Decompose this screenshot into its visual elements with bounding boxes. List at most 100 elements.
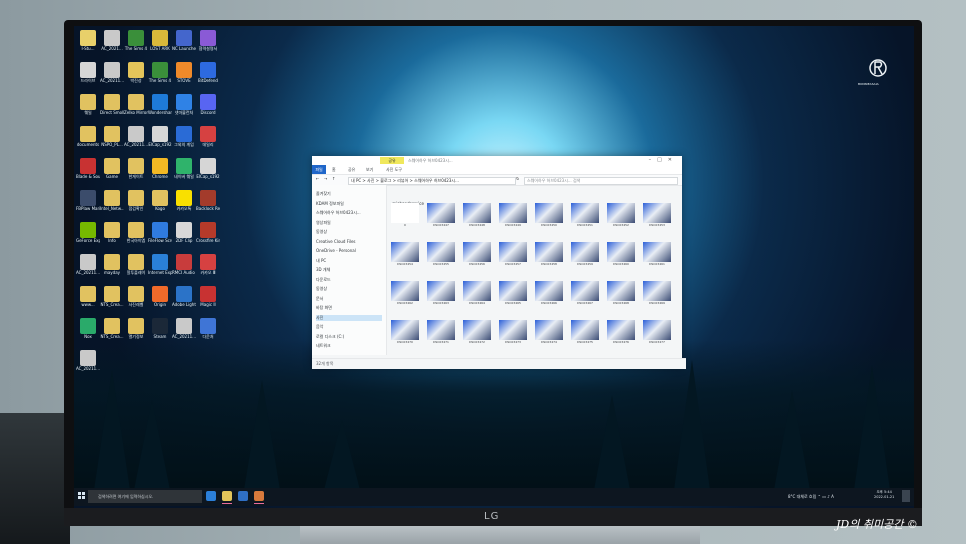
desktop-icon[interactable]: AC_2021...	[100, 30, 124, 51]
desktop-icon[interactable]: AC_20211...	[100, 62, 124, 83]
desktop-icon[interactable]: LOST ARK	[148, 30, 172, 51]
close-icon[interactable]: ✕	[668, 157, 678, 163]
desktop-icon[interactable]: Internet Explorer	[148, 254, 172, 275]
desktop-icon[interactable]: 카카오 Ⅲ	[196, 254, 220, 275]
nav-item[interactable]: 네트워크	[316, 343, 331, 349]
desktop-icon[interactable]: GeForce Experience	[76, 222, 100, 243]
desktop-icon[interactable]: The Sims 4	[124, 30, 148, 51]
file-thumbnail[interactable]: DSC03447	[426, 203, 456, 228]
nav-item[interactable]: 다운로드	[316, 277, 331, 283]
taskbar-clock[interactable]: 오후 5:44 2022-01-21	[874, 490, 894, 500]
file-thumbnail[interactable]: DSC03470	[390, 320, 420, 345]
desktop-icon[interactable]: Crossfire Kings 3	[196, 222, 220, 243]
nav-item[interactable]: 내 PC	[316, 258, 326, 264]
desktop-icon[interactable]: STOVE	[172, 62, 196, 83]
back-icon[interactable]: ←	[316, 176, 319, 181]
desktop-icon[interactable]: 협력설명서	[196, 30, 220, 51]
desktop-icon[interactable]: Zelko Mirror...	[124, 94, 148, 115]
file-thumbnail[interactable]: DSC03475	[570, 320, 600, 345]
nav-item[interactable]: 음악	[316, 324, 323, 330]
file-thumbnail[interactable]: DSC03466	[534, 281, 564, 306]
network-icon[interactable]: ▭	[822, 494, 826, 499]
desktop-icon[interactable]: BitDefend	[196, 62, 220, 83]
desktop-icon[interactable]: Origin	[148, 286, 172, 307]
desktop-icon[interactable]: Discord	[196, 94, 220, 115]
desktop-icon[interactable]: AC_20211...	[172, 318, 196, 339]
desktop-icon[interactable]: FileFlow Screen...	[148, 222, 172, 243]
desktop-icon[interactable]: FBPlaw Marianna	[76, 190, 100, 211]
file-thumbnail[interactable]: DSC03451	[570, 203, 600, 228]
refresh-icon[interactable]: ↻	[516, 176, 519, 181]
desktop-icon[interactable]: ElCap_s192	[196, 158, 220, 179]
desktop-icon[interactable]: Backlock Remastered	[196, 190, 220, 211]
nav-item[interactable]: 로컬 디스크 (C:)	[316, 334, 344, 340]
nav-item[interactable]: 동영상	[316, 286, 327, 292]
edge-icon[interactable]	[206, 491, 216, 501]
file-explorer-icon[interactable]	[222, 491, 232, 501]
file-thumbnail[interactable]: DSC03462	[390, 281, 420, 306]
file-thumbnail[interactable]: DSC03464	[462, 281, 492, 306]
file-thumbnail[interactable]: DSC03477	[642, 320, 672, 345]
notification-icon[interactable]	[902, 490, 910, 502]
desktop-icon[interactable]: Wondershare Filmora X	[148, 94, 172, 115]
weather-text[interactable]: 8°C 대체로 흐림	[788, 494, 816, 499]
nav-item[interactable]: 바탕 화면	[316, 305, 332, 311]
desktop-icon[interactable]: 알투플레이	[124, 254, 148, 275]
store-icon[interactable]	[238, 491, 248, 501]
ribbon-tab-share[interactable]: 공유	[348, 165, 355, 174]
desktop-icon[interactable]: 한국아이엠	[124, 222, 148, 243]
file-thumbnail[interactable]: 0	[390, 203, 420, 228]
desktop-icon[interactable]: Game	[100, 158, 124, 179]
desktop-icon[interactable]: NTS_Crea...	[100, 318, 124, 339]
desktop-icon[interactable]: 사진레벨	[124, 286, 148, 307]
desktop-icon[interactable]: Adobe Lightroo...	[172, 286, 196, 307]
windows-start-icon[interactable]	[78, 492, 86, 500]
photos-icon[interactable]	[254, 491, 264, 501]
ribbon-tab-file[interactable]: 파일	[312, 165, 326, 174]
desktop-icon[interactable]: 넷마블런처	[172, 94, 196, 115]
nav-item[interactable]: 동영상	[316, 229, 327, 235]
desktop-icon[interactable]: The Sims 4	[148, 62, 172, 83]
desktop-icon[interactable]: 그외의 게임	[172, 126, 196, 147]
desktop-icon[interactable]: Nox	[76, 318, 100, 339]
desktop-icon[interactable]: AC_20211...	[76, 254, 100, 275]
file-thumbnail[interactable]: DSC03474	[534, 320, 564, 345]
file-thumbnail[interactable]: DSC03448	[462, 203, 492, 228]
desktop-icon[interactable]: NTS_Crea...	[100, 286, 124, 307]
desktop-icon[interactable]: 점검확인	[124, 190, 148, 211]
nav-item[interactable]: 사진	[316, 314, 382, 321]
file-thumbnail[interactable]: DSC03467	[570, 281, 600, 306]
desktop-icon[interactable]: documents	[76, 126, 100, 147]
file-thumbnail[interactable]: DSC03452	[606, 203, 636, 228]
file-thumbnail[interactable]: DSC03456	[462, 242, 492, 267]
desktop-icon[interactable]: 한게이트	[124, 158, 148, 179]
file-thumbnail[interactable]: DSC03461	[642, 242, 672, 267]
desktop-icon[interactable]: Info	[100, 222, 124, 243]
desktop-icon[interactable]: NSPO_PL...	[100, 126, 124, 147]
file-thumbnail[interactable]: DSC03472	[462, 320, 492, 345]
window-controls[interactable]: –□✕	[649, 157, 678, 163]
ribbon-tab-picture-tools[interactable]: 사진 도구	[386, 165, 402, 174]
nav-item[interactable]: Creative Cloud Files	[316, 239, 356, 244]
file-thumbnail[interactable]: DSC03471	[426, 320, 456, 345]
desktop-icon[interactable]: I-Stu...	[76, 30, 100, 51]
file-thumbnail[interactable]: DSC03454	[390, 242, 420, 267]
desktop-icon[interactable]: Direct Smoll...	[100, 94, 124, 115]
address-input[interactable]: 내 PC > 사진 > 블로그 > 리뷰어 > 스웨어하우 허브0423시...	[348, 177, 516, 185]
desktop-icon[interactable]: AC_20211...	[76, 350, 100, 371]
volume-icon[interactable]: ♪	[827, 494, 830, 499]
nav-item[interactable]: 영상파일	[316, 220, 331, 226]
system-tray[interactable]: 8°C 대체로 흐림 ⌃ ▭ ♪ A	[788, 490, 834, 504]
desktop-icon[interactable]: 카카오톡	[172, 190, 196, 211]
file-thumbnail[interactable]: DSC03450	[534, 203, 564, 228]
desktop-icon[interactable]: AC_20211...	[124, 126, 148, 147]
file-thumbnail[interactable]: DSC03459	[570, 242, 600, 267]
nav-item[interactable]: 3D 개체	[316, 267, 330, 273]
file-thumbnail[interactable]: DSC03449	[498, 203, 528, 228]
file-thumbnail[interactable]: DSC03465	[498, 281, 528, 306]
file-thumbnail[interactable]: DSC03453	[642, 203, 672, 228]
file-thumbnail[interactable]: DSC03463	[426, 281, 456, 306]
file-thumbnail[interactable]: DSC03458	[534, 242, 564, 267]
file-thumbnail[interactable]: DSC03460	[606, 242, 636, 267]
desktop-icon[interactable]: www...	[76, 286, 100, 307]
